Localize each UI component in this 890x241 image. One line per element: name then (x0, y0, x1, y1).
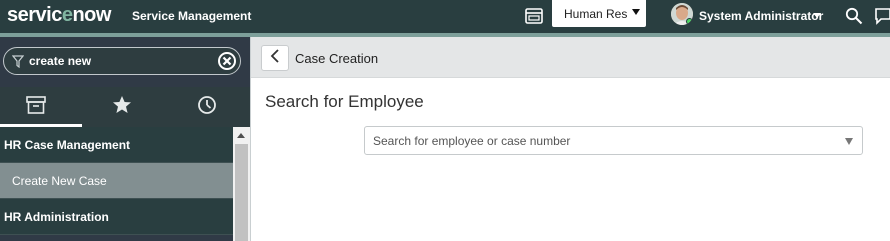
content-title-bar: Case Creation (251, 37, 890, 78)
brand-text-o: e (61, 4, 73, 26)
tab-all-applications[interactable] (0, 95, 82, 127)
employee-search-field[interactable] (364, 126, 863, 155)
avatar[interactable] (671, 3, 693, 25)
star-icon (112, 95, 132, 120)
navigator-filter[interactable] (3, 47, 241, 75)
scroll-up-icon[interactable] (237, 133, 245, 138)
archive-icon (26, 95, 46, 119)
chevron-down-icon[interactable] (845, 138, 853, 145)
sidebar-scrollbar[interactable] (233, 127, 250, 241)
brand-text-start: servic (7, 4, 62, 26)
clock-icon (197, 95, 217, 120)
app-title: Service Management (132, 9, 252, 23)
nav-app-hr-case-management[interactable]: HR Case Management (0, 127, 233, 163)
scrollbar-thumb[interactable] (235, 144, 248, 241)
employee-search-input[interactable] (365, 127, 835, 154)
chevron-left-icon (270, 48, 280, 68)
filter-input[interactable] (29, 52, 209, 70)
filter-icon (11, 55, 25, 73)
application-scope-select[interactable]: Human Res (552, 0, 646, 27)
tab-favorites[interactable] (110, 95, 134, 119)
main-content: Case Creation Search for Employee (250, 37, 890, 241)
nav-module-create-new-case[interactable]: Create New Case (0, 163, 233, 199)
user-name[interactable]: System Administrator (699, 9, 823, 23)
brand-text-end: now (72, 4, 111, 26)
page-title: Case Creation (295, 51, 379, 66)
workspace-icon[interactable] (523, 5, 545, 27)
top-header: servicenow Service Management Human Res … (0, 0, 890, 33)
nav-app-hr-administration[interactable]: HR Administration (0, 199, 233, 235)
scope-select-value: Human Res (564, 7, 628, 21)
servicenow-logo[interactable]: servicenow (7, 4, 111, 27)
clear-filter-icon[interactable] (217, 51, 237, 71)
section-heading: Search for Employee (265, 92, 424, 111)
back-button[interactable] (261, 45, 289, 71)
tab-history[interactable] (195, 95, 219, 119)
chat-icon[interactable] (872, 5, 890, 27)
chevron-down-icon (632, 9, 640, 15)
online-status-dot (686, 18, 693, 25)
navigator-sidebar: HR Case Management Create New Case HR Ad… (0, 37, 250, 241)
navigator-list: HR Case Management Create New Case HR Ad… (0, 127, 233, 241)
user-menu-chevron-icon[interactable] (813, 13, 821, 18)
navigator-tabs (0, 87, 250, 127)
search-icon[interactable] (843, 5, 865, 27)
